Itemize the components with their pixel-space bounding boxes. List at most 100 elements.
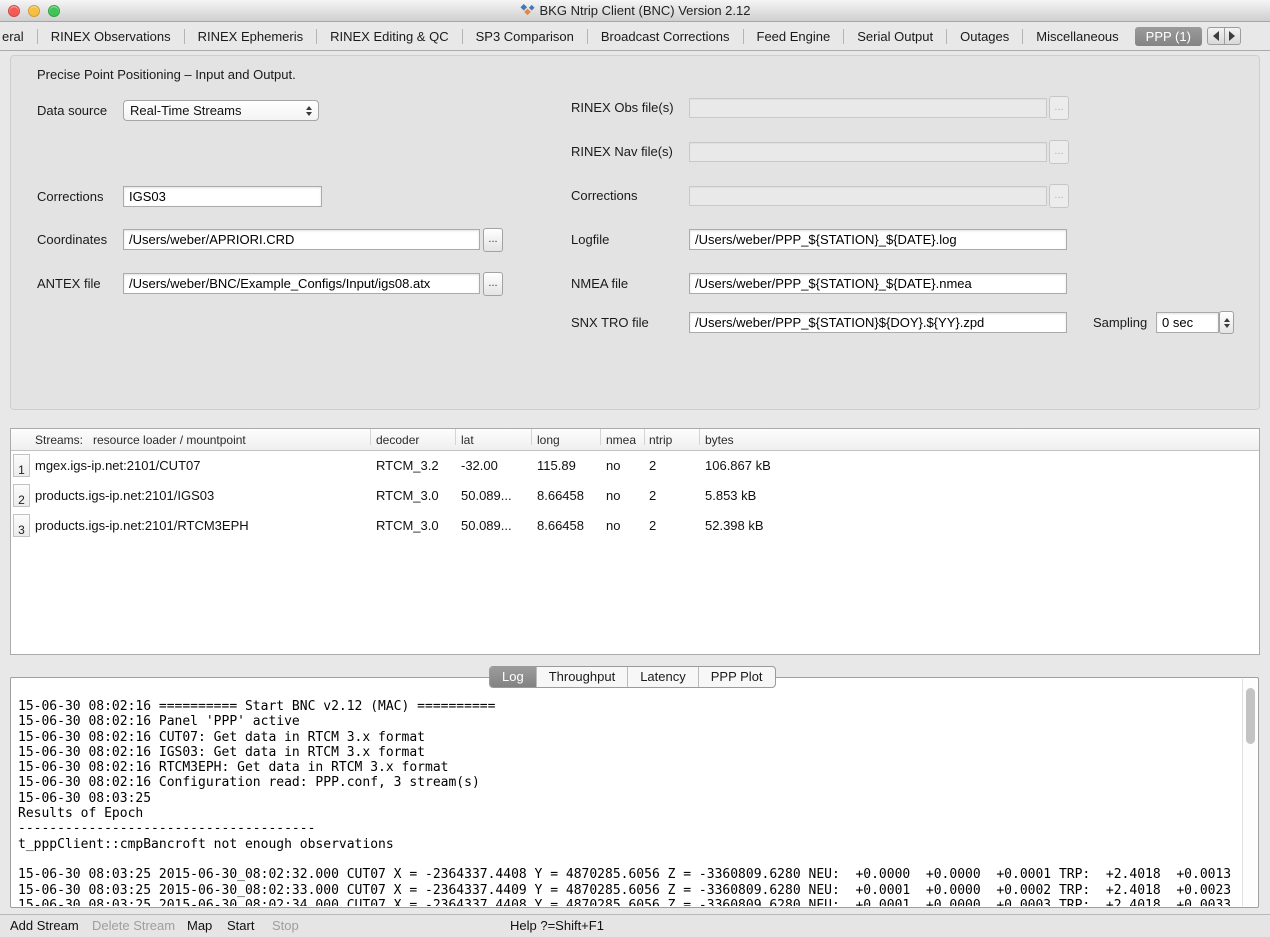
data-source-value: Real-Time Streams — [130, 103, 306, 118]
logfile-input[interactable] — [689, 229, 1067, 250]
tab-scroll-right-button[interactable] — [1224, 27, 1241, 45]
bnc-window: BKG Ntrip Client (BNC) Version 2.12 eral… — [0, 0, 1270, 937]
col-lat[interactable]: lat — [461, 429, 474, 451]
coordinates-browse-button[interactable]: ... — [483, 228, 503, 252]
cell-nmea: no — [606, 481, 620, 511]
close-window-icon[interactable] — [8, 5, 20, 17]
data-source-select[interactable]: Real-Time Streams — [123, 100, 319, 121]
map-button[interactable]: Map — [187, 915, 212, 937]
tab-miscellaneous[interactable]: Miscellaneous — [1023, 27, 1131, 46]
column-divider — [644, 429, 645, 445]
antex-browse-button[interactable]: ... — [483, 272, 503, 296]
col-decoder[interactable]: decoder — [376, 429, 419, 451]
snx-tro-input[interactable] — [689, 312, 1067, 333]
row-header[interactable]: 1 — [13, 454, 30, 477]
col-nmea[interactable]: nmea — [606, 429, 636, 451]
cell-ntrip: 2 — [649, 451, 656, 481]
cell-bytes: 52.398 kB — [705, 511, 764, 541]
corrections-out-input[interactable] — [689, 186, 1047, 206]
rinex-nav-input[interactable] — [689, 142, 1047, 162]
tab-outages[interactable]: Outages — [947, 27, 1022, 46]
sampling-input[interactable] — [1156, 312, 1219, 333]
cell-bytes: 5.853 kB — [705, 481, 756, 511]
bottom-tab-bar: Log Throughput Latency PPP Plot — [489, 666, 776, 688]
zoom-window-icon[interactable] — [48, 5, 60, 17]
help-hint: Help ?=Shift+F1 — [510, 915, 604, 937]
rinex-nav-browse-button[interactable]: ... — [1049, 140, 1069, 164]
row-header[interactable]: 2 — [13, 484, 30, 507]
nmea-file-input[interactable] — [689, 273, 1067, 294]
minimize-window-icon[interactable] — [28, 5, 40, 17]
corrections-in-label: Corrections — [37, 186, 103, 207]
cell-nmea: no — [606, 451, 620, 481]
column-divider — [370, 429, 371, 445]
corrections-out-label: Corrections — [571, 186, 637, 206]
tab-scroll-buttons — [1207, 27, 1241, 45]
row-header[interactable]: 3 — [13, 514, 30, 537]
cell-long: 8.66458 — [537, 481, 584, 511]
col-ntrip[interactable]: ntrip — [649, 429, 672, 451]
corrections-in-input[interactable] — [123, 186, 322, 207]
chevron-right-icon — [1229, 31, 1235, 41]
stream-row-1[interactable]: 1 mgex.igs-ip.net:2101/CUT07 RTCM_3.2 -3… — [11, 451, 1259, 481]
chevron-left-icon — [1213, 31, 1219, 41]
stream-row-3[interactable]: 3 products.igs-ip.net:2101/RTCM3EPH RTCM… — [11, 511, 1259, 541]
coordinates-input[interactable] — [123, 229, 480, 250]
stop-button[interactable]: Stop — [272, 915, 299, 937]
column-divider — [455, 429, 456, 445]
cell-ntrip: 2 — [649, 511, 656, 541]
title-bar: BKG Ntrip Client (BNC) Version 2.12 — [0, 0, 1270, 22]
coordinates-label: Coordinates — [37, 229, 107, 250]
tab-rinex-ephemeris[interactable]: RINEX Ephemeris — [185, 27, 316, 46]
cell-ntrip: 2 — [649, 481, 656, 511]
col-mountpoint[interactable]: Streams: resource loader / mountpoint — [35, 429, 246, 451]
window-title: BKG Ntrip Client (BNC) Version 2.12 — [540, 3, 751, 18]
add-stream-button[interactable]: Add Stream — [10, 915, 79, 937]
column-divider — [699, 429, 700, 445]
tab-throughput[interactable]: Throughput — [537, 667, 628, 687]
cell-decoder: RTCM_3.0 — [376, 511, 439, 541]
cell-lat: 50.089... — [461, 481, 512, 511]
tab-ppp-plot[interactable]: PPP Plot — [699, 667, 775, 687]
cell-decoder: RTCM_3.2 — [376, 451, 439, 481]
antex-label: ANTEX file — [37, 273, 101, 294]
col-long[interactable]: long — [537, 429, 560, 451]
cell-mountpoint: products.igs-ip.net:2101/RTCM3EPH — [35, 511, 249, 541]
antex-input[interactable] — [123, 273, 480, 294]
log-text: 15-06-30 08:02:16 ========== Start BNC v… — [18, 699, 1236, 906]
tab-scroll-left-button[interactable] — [1207, 27, 1224, 45]
rinex-obs-browse-button[interactable]: ... — [1049, 96, 1069, 120]
delete-stream-button[interactable]: Delete Stream — [92, 915, 175, 937]
tab-rinex-observations[interactable]: RINEX Observations — [38, 27, 184, 46]
spinner-up-icon — [1224, 318, 1230, 322]
tab-serial-output[interactable]: Serial Output — [844, 27, 946, 46]
bottom-toolbar: Add Stream Delete Stream Map Start Stop … — [0, 914, 1270, 937]
data-source-label: Data source — [37, 100, 107, 121]
log-scrollbar-thumb[interactable] — [1246, 688, 1255, 744]
col-bytes[interactable]: bytes — [705, 429, 734, 451]
cell-long: 115.89 — [537, 451, 576, 481]
dropdown-arrows-icon — [306, 106, 312, 116]
tab-broadcast-corrections[interactable]: Broadcast Corrections — [588, 27, 743, 46]
tab-ppp[interactable]: PPP (1) — [1135, 27, 1202, 46]
tab-general[interactable]: eral — [0, 27, 37, 46]
snx-tro-label: SNX TRO file — [571, 312, 649, 333]
nmea-file-label: NMEA file — [571, 273, 628, 294]
tab-latency[interactable]: Latency — [628, 667, 698, 687]
log-scrollbar[interactable] — [1242, 679, 1257, 906]
tab-log[interactable]: Log — [490, 667, 536, 687]
rinex-obs-input[interactable] — [689, 98, 1047, 118]
sampling-spinner[interactable] — [1219, 311, 1234, 334]
streams-table: Streams: resource loader / mountpoint de… — [10, 428, 1260, 655]
cell-bytes: 106.867 kB — [705, 451, 771, 481]
tab-feed-engine[interactable]: Feed Engine — [744, 27, 844, 46]
cell-long: 8.66458 — [537, 511, 584, 541]
stream-row-2[interactable]: 2 products.igs-ip.net:2101/IGS03 RTCM_3.… — [11, 481, 1259, 511]
column-divider — [600, 429, 601, 445]
tab-rinex-editing-qc[interactable]: RINEX Editing & QC — [317, 27, 462, 46]
rinex-nav-label: RINEX Nav file(s) — [571, 142, 673, 162]
streams-table-header[interactable]: Streams: resource loader / mountpoint de… — [11, 429, 1259, 451]
corrections-out-browse-button[interactable]: ... — [1049, 184, 1069, 208]
tab-sp3-comparison[interactable]: SP3 Comparison — [463, 27, 587, 46]
start-button[interactable]: Start — [227, 915, 254, 937]
